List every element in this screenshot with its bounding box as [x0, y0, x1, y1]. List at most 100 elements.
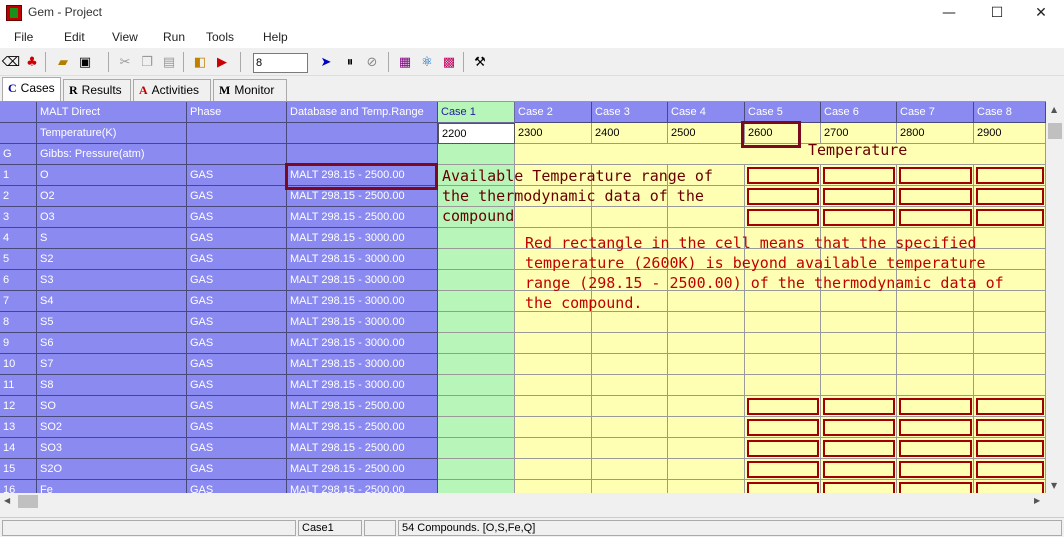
compound-name[interactable]: S3 — [37, 270, 187, 291]
case-7-cell[interactable] — [897, 333, 974, 354]
case-header-5[interactable]: Case 5 — [745, 102, 821, 123]
scroll-up-icon[interactable]: ▲ — [1051, 105, 1057, 114]
menu-file[interactable]: File — [14, 30, 33, 44]
maximize-button[interactable]: ☐ — [974, 0, 1020, 26]
vertical-scroll-thumb[interactable] — [1048, 123, 1062, 139]
compound-phase[interactable]: GAS — [187, 207, 287, 228]
case-header-6[interactable]: Case 6 — [821, 102, 897, 123]
compound-phase[interactable]: GAS — [187, 417, 287, 438]
case-6-cell[interactable] — [821, 354, 897, 375]
network-icon[interactable]: ⚛ — [417, 52, 437, 72]
case-1-cell[interactable] — [438, 312, 515, 333]
case-4-cell[interactable] — [668, 459, 745, 480]
compound-phase[interactable]: GAS — [187, 186, 287, 207]
temp-case-8[interactable]: 2900 — [974, 123, 1046, 144]
case-3-cell[interactable] — [592, 312, 668, 333]
eraser-icon[interactable]: ⌫ — [1, 52, 21, 72]
case-header-7[interactable]: Case 7 — [897, 102, 974, 123]
vertical-scrollbar[interactable]: ▲ ▼ — [1046, 101, 1064, 493]
compound-database[interactable]: MALT 298.15 - 3000.00 — [287, 333, 438, 354]
compound-database[interactable]: MALT 298.15 - 3000.00 — [287, 312, 438, 333]
compound-name[interactable]: S5 — [37, 312, 187, 333]
case-8-cell[interactable] — [974, 354, 1046, 375]
case-8-cell[interactable] — [974, 333, 1046, 354]
case-3-cell[interactable] — [592, 375, 668, 396]
case-6-cell[interactable] — [821, 312, 897, 333]
compound-database[interactable]: MALT 298.15 - 3000.00 — [287, 375, 438, 396]
compound-name[interactable]: S7 — [37, 354, 187, 375]
case-5-cell[interactable] — [745, 375, 821, 396]
horizontal-scrollbar[interactable]: ◀ ▶ — [0, 493, 1064, 510]
tab-results[interactable]: R Results — [63, 79, 131, 101]
case-5-cell[interactable] — [745, 354, 821, 375]
case-2-cell[interactable] — [515, 396, 592, 417]
compound-name[interactable]: SO2 — [37, 417, 187, 438]
case-1-cell[interactable] — [438, 396, 515, 417]
case-3-cell[interactable] — [592, 333, 668, 354]
minimize-button[interactable]: — — [926, 0, 972, 26]
case-7-cell[interactable] — [897, 354, 974, 375]
compound-name[interactable]: SO — [37, 396, 187, 417]
compound-name[interactable]: O — [37, 165, 187, 186]
case-5-cell[interactable] — [745, 333, 821, 354]
compound-phase[interactable]: GAS — [187, 291, 287, 312]
case-4-cell[interactable] — [668, 375, 745, 396]
compound-database[interactable]: MALT 298.15 - 2500.00 — [287, 438, 438, 459]
case-7-cell[interactable] — [897, 312, 974, 333]
case-4-cell[interactable] — [668, 417, 745, 438]
compound-phase[interactable]: GAS — [187, 438, 287, 459]
tab-monitor[interactable]: M Monitor — [213, 79, 287, 101]
menu-tools[interactable]: Tools — [206, 30, 234, 44]
compound-name[interactable]: S2O — [37, 459, 187, 480]
case-5-cell[interactable] — [745, 312, 821, 333]
copy-case-icon[interactable]: ◧ — [190, 52, 210, 72]
close-button[interactable]: ✕ — [1018, 0, 1064, 26]
save-icon[interactable]: ▣ — [75, 52, 95, 72]
compound-name[interactable]: S6 — [37, 333, 187, 354]
grid-chart-icon[interactable]: ▩ — [439, 52, 459, 72]
case-4-cell[interactable] — [668, 354, 745, 375]
scroll-right-icon[interactable]: ▶ — [1034, 496, 1040, 505]
compound-phase[interactable]: GAS — [187, 333, 287, 354]
temp-case-7[interactable]: 2800 — [897, 123, 974, 144]
temp-case-2[interactable]: 2300 — [515, 123, 592, 144]
stop-icon[interactable]: ⊘ — [362, 52, 382, 72]
compound-phase[interactable]: GAS — [187, 228, 287, 249]
compound-name[interactable]: S4 — [37, 291, 187, 312]
compound-phase[interactable]: GAS — [187, 459, 287, 480]
case-3-cell[interactable] — [592, 417, 668, 438]
case-header-3[interactable]: Case 3 — [592, 102, 668, 123]
tab-activities[interactable]: A Activities — [133, 79, 211, 101]
compound-database[interactable]: MALT 298.15 - 3000.00 — [287, 291, 438, 312]
case-7-cell[interactable] — [897, 375, 974, 396]
temp-case-3[interactable]: 2400 — [592, 123, 668, 144]
tab-cases[interactable]: C Cases — [2, 77, 61, 101]
run-arrow-icon[interactable]: ➤ — [316, 52, 336, 72]
menu-run[interactable]: Run — [163, 30, 185, 44]
copy-icon[interactable]: ❐ — [137, 52, 157, 72]
compound-phase[interactable]: GAS — [187, 396, 287, 417]
compound-database[interactable]: MALT 298.15 - 3000.00 — [287, 354, 438, 375]
compound-phase[interactable]: GAS — [187, 375, 287, 396]
scroll-left-icon[interactable]: ◀ — [4, 496, 10, 505]
case-8-cell[interactable] — [974, 312, 1046, 333]
pause-icon[interactable]: ⏸ — [340, 52, 360, 72]
case-6-cell[interactable] — [821, 333, 897, 354]
case-6-cell[interactable] — [821, 375, 897, 396]
case-1-cell[interactable] — [438, 354, 515, 375]
case-1-cell[interactable] — [438, 417, 515, 438]
case-header-4[interactable]: Case 4 — [668, 102, 745, 123]
case-2-cell[interactable] — [515, 438, 592, 459]
compound-name[interactable]: S8 — [37, 375, 187, 396]
compound-name[interactable]: O3 — [37, 207, 187, 228]
case-header-1[interactable]: Case 1 — [438, 102, 515, 123]
compound-name[interactable]: SO3 — [37, 438, 187, 459]
case-1-cell[interactable] — [438, 249, 515, 270]
compound-name[interactable]: S — [37, 228, 187, 249]
scroll-down-icon[interactable]: ▼ — [1051, 481, 1057, 490]
case-1-cell[interactable] — [438, 228, 515, 249]
case-2-cell[interactable] — [515, 417, 592, 438]
case-header-8[interactable]: Case 8 — [974, 102, 1046, 123]
case-8-cell[interactable] — [974, 375, 1046, 396]
case-4-cell[interactable] — [668, 396, 745, 417]
